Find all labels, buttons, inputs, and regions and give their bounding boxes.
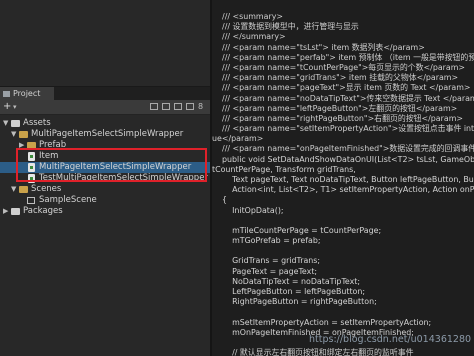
code-line: /// <param name="gridTrans"> item 挂载的父物体… [212, 73, 459, 83]
code-line: /// <param name="pageText">显示 item 页数的 T… [212, 83, 471, 93]
tree-item-assets[interactable]: ▼ Assets [0, 118, 210, 129]
code-line: RightPageButton = rightPageButton; [212, 297, 377, 307]
code-line: /// <param name="tCountPerPage">每页显示的个数<… [212, 62, 466, 72]
tree-item-label: SampleScene [39, 195, 97, 205]
tree-item-label: MultiPageItemSelectSimpleWrapper [31, 129, 184, 139]
code-line: // 默认显示左右翻页按钮和绑定左右翻页的监听事件 [212, 348, 414, 356]
code-line: { [212, 195, 228, 205]
tree-item-label: Scenes [31, 184, 62, 194]
code-line: /// <param name="leftPageButton">左翻页的按钮<… [212, 103, 458, 113]
code-line: /// <param name="setItemPropertyAction">… [212, 124, 474, 133]
code-line: /// <param name="perfab"> item 预制体 （item… [212, 52, 474, 62]
project-panel: Project + ▾ 8 ▼ Assets ▼ MultiPageItemSe [0, 0, 210, 356]
tree-item-label: Assets [23, 118, 51, 128]
star-icon[interactable] [174, 103, 182, 110]
code-line: mSetItemPropertyAction = setItemProperty… [212, 317, 432, 327]
folder-icon [11, 208, 20, 215]
code-line: public void SetDataAndShowDataOnUI(List<… [212, 154, 474, 164]
tab-project[interactable]: Project [0, 87, 54, 100]
code-line: GridTrans = gridTrans; [212, 256, 321, 266]
chevron-down-icon[interactable]: ▼ [11, 129, 16, 140]
add-icon[interactable]: + [3, 101, 11, 113]
code-line: Text pageText, Text noDataTipText, Butto… [212, 174, 474, 184]
chevron-down-icon[interactable]: ▼ [11, 184, 16, 195]
annotation-highlight-box [16, 148, 207, 182]
code-line: ue</param> [212, 134, 264, 144]
code-line: InitOpData(); [212, 205, 284, 215]
folder-icon [11, 120, 20, 127]
chevron-right-icon[interactable]: ▶ [3, 206, 8, 217]
folder-icon [19, 131, 28, 138]
code-line: /// 设置数据到模型中，进行管理与显示 [212, 22, 359, 32]
folder-icon [19, 186, 28, 193]
chevron-down-icon[interactable]: ▾ [13, 102, 17, 113]
tree-item-multipage-folder[interactable]: ▼ MultiPageItemSelectSimpleWrapper [0, 129, 210, 140]
empty-panel-area [0, 0, 210, 86]
scene-icon [27, 197, 35, 204]
code-line: /// </summary> [212, 32, 286, 42]
tree-item-packages[interactable]: ▶ Packages [0, 206, 210, 217]
folder-icon [3, 91, 10, 97]
project-tab-bar: Project [0, 86, 210, 100]
code-line: PageText = pageText; [212, 266, 318, 276]
code-line: mTGoPrefab = prefab; [212, 236, 321, 245]
tab-project-label: Project [13, 89, 41, 98]
code-line: /// <param name="rightPageButton">右翻页的按钮… [212, 113, 464, 123]
label-icon[interactable] [162, 103, 170, 110]
screen: Project + ▾ 8 ▼ Assets ▼ MultiPageItemSe [0, 0, 474, 356]
eye-icon[interactable] [186, 103, 194, 110]
project-toolbar: + ▾ 8 [0, 100, 210, 115]
code-line: /// <summary> [212, 12, 283, 21]
code-editor[interactable]: /// <summary> /// 设置数据到模型中，进行管理与显示 /// <… [212, 0, 474, 356]
filter-icon[interactable] [150, 103, 158, 110]
chevron-down-icon[interactable]: ▼ [3, 118, 8, 129]
code-line: LeftPageButton = leftPageButton; [212, 286, 366, 296]
code-line: /// <param name="onPageItemFinished">数据设… [212, 144, 474, 154]
tree-item-samplescene[interactable]: SampleScene [0, 195, 210, 206]
code-line: Action<int, List<T2>, T1> setItemPropert… [212, 185, 474, 195]
code-line: /// <param name="tsLst"> item 数据列表</para… [212, 42, 425, 52]
code-line: NoDataTipText = noDataTipText; [212, 276, 361, 286]
search-count: 8 [198, 102, 204, 111]
watermark: https://blog.csdn.net/u014361280 [309, 334, 472, 345]
tree-item-label: Packages [23, 206, 63, 216]
tree-item-scenes[interactable]: ▼ Scenes [0, 184, 210, 195]
code-line: /// <param name="noDataTipText">传来空数据提示 … [212, 93, 474, 103]
code-line: mTileCountPerPage = tCountPerPage; [212, 225, 382, 235]
code-line: tCountPerPage, Transform gridTrans, [212, 164, 356, 174]
